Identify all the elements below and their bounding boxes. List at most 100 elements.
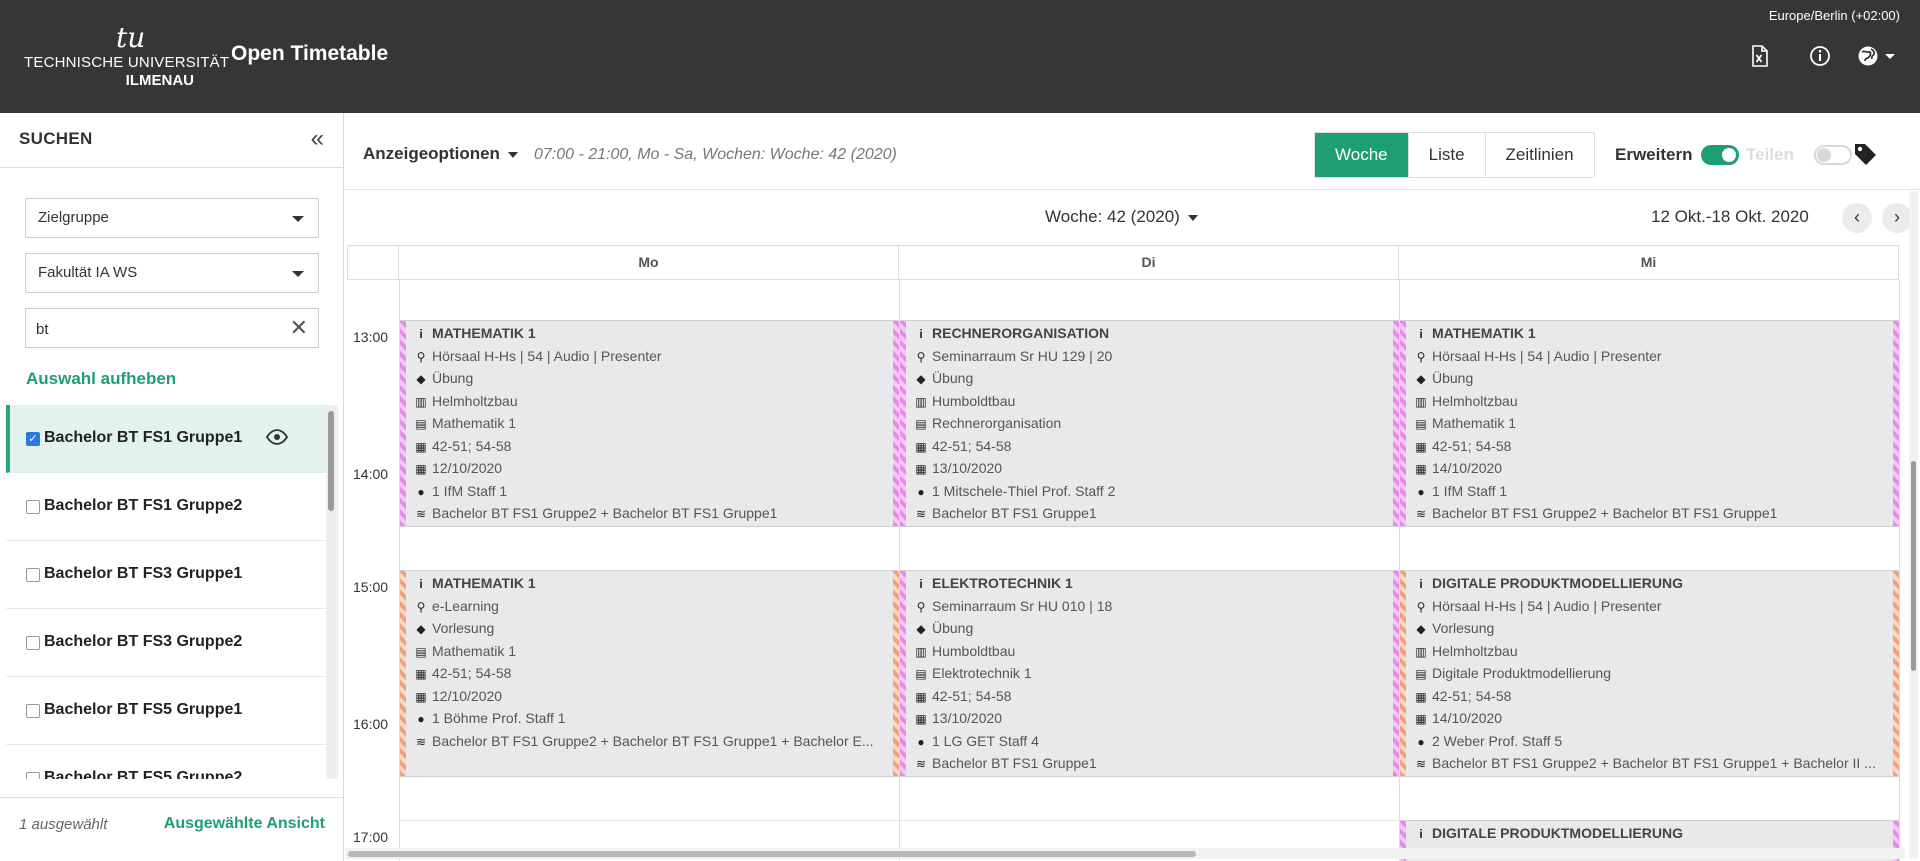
excel-export-icon[interactable] bbox=[1747, 44, 1771, 68]
expand-toggle[interactable] bbox=[1701, 145, 1739, 165]
display-options-label: Anzeigeoptionen bbox=[363, 144, 500, 163]
previous-week-button[interactable]: ‹ bbox=[1842, 203, 1872, 233]
globe-language-icon bbox=[1858, 46, 1895, 66]
event-detail: ≋ Bachelor BT FS1 Gruppe2 + Bachelor BT F… bbox=[1413, 505, 1889, 525]
search-input[interactable] bbox=[36, 317, 276, 341]
event-detail-icon: ▦ bbox=[415, 667, 427, 681]
event-detail: ● 1 LG GET Staff 4 bbox=[913, 733, 1389, 753]
group-list-item[interactable]: Bachelor BT FS3 Gruppe1 bbox=[6, 541, 326, 609]
calendar-event[interactable]: i MATHEMATIK 1 ⚲ Hörsaal H-Hs | 54 | Audio … bbox=[400, 320, 899, 527]
group-checkbox[interactable]: ✓ bbox=[26, 432, 40, 446]
group-checkbox[interactable] bbox=[26, 772, 40, 779]
faculty-value: Fakultät IA WS bbox=[38, 264, 138, 281]
event-detail: ▤ Mathematik 1 bbox=[1413, 415, 1889, 435]
time-gutter-header bbox=[347, 245, 399, 280]
event-text: Seminarraum Sr HU 129 | 20 bbox=[932, 347, 1113, 364]
group-checkbox[interactable] bbox=[26, 636, 40, 650]
event-detail-icon: ▤ bbox=[415, 644, 427, 659]
language-menu[interactable] bbox=[1857, 44, 1901, 68]
timezone-label: Europe/Berlin (+02:00) bbox=[1768, 8, 1900, 23]
group-checkbox[interactable] bbox=[26, 704, 40, 718]
horizontal-scrollbar[interactable] bbox=[345, 848, 1905, 859]
event-detail-icon: ≋ bbox=[915, 507, 927, 521]
event-detail-icon: ⚲ bbox=[416, 599, 426, 614]
view-button-woche[interactable]: Woche bbox=[1315, 133, 1408, 177]
group-list-item[interactable]: Bachelor BT FS5 Gruppe2 bbox=[6, 745, 326, 779]
event-detail: ⚲ Seminarraum Sr HU 129 | 20 bbox=[913, 348, 1389, 368]
search-sidebar: SUCHEN « Zielgruppe Fakultät IA WS ✕ Aus… bbox=[0, 113, 344, 861]
group-checkbox[interactable] bbox=[26, 568, 40, 582]
toggle-knob bbox=[1817, 148, 1831, 162]
top-bar: tu TECHNISCHE UNIVERSITÄT ILMENAU Open T… bbox=[0, 0, 1920, 113]
event-text: DIGITALE PRODUKTMODELLIERUNG bbox=[1432, 825, 1683, 841]
event-detail: ▥ Helmholtzbau bbox=[413, 393, 889, 413]
group-list-item[interactable]: Bachelor BT FS1 Gruppe2 bbox=[6, 473, 326, 541]
calendar-event[interactable]: i ELEKTROTECHNIK 1 ⚲ Seminarraum Sr HU 010 … bbox=[900, 570, 1399, 777]
next-week-button[interactable]: › bbox=[1882, 203, 1912, 233]
scrollbar-thumb[interactable] bbox=[328, 411, 334, 511]
event-stripe bbox=[1400, 321, 1406, 526]
event-detail: ▦ 42-51; 54-58 bbox=[913, 438, 1389, 458]
clear-search-icon[interactable]: ✕ bbox=[290, 315, 308, 341]
view-switcher: Woche Liste Zeitlinien bbox=[1314, 132, 1595, 178]
tag-icon[interactable] bbox=[1852, 141, 1878, 167]
event-text: RECHNERORGANISATION bbox=[932, 325, 1110, 341]
display-options-dropdown[interactable]: Anzeigeoptionen bbox=[363, 144, 518, 164]
event-detail-icon: ◆ bbox=[916, 622, 926, 636]
university-logo[interactable]: tu TECHNISCHE UNIVERSITÄT ILMENAU bbox=[24, 24, 229, 90]
event-stripe bbox=[1893, 571, 1899, 776]
column-divider bbox=[1899, 280, 1900, 861]
selected-view-button[interactable]: Ausgewählte Ansicht bbox=[164, 815, 325, 833]
event-text: Mathematik 1 bbox=[432, 642, 517, 659]
event-text: Helmholtzbau bbox=[1432, 392, 1518, 409]
caret-down-icon bbox=[507, 151, 518, 158]
eye-icon[interactable] bbox=[265, 429, 289, 445]
event-text: 12/10/2020 bbox=[432, 460, 503, 476]
target-group-value: Zielgruppe bbox=[38, 209, 109, 226]
info-icon[interactable] bbox=[1808, 44, 1832, 68]
calendar-event[interactable]: i RECHNERORGANISATION ⚲ Seminarraum Sr HU 1… bbox=[900, 320, 1399, 527]
faculty-select[interactable]: Fakultät IA WS bbox=[25, 253, 319, 293]
event-text: 13/10/2020 bbox=[932, 710, 1003, 726]
event-text: 42-51; 54-58 bbox=[432, 665, 512, 681]
event-detail-icon: ⚲ bbox=[1416, 349, 1426, 364]
scrollbar-thumb[interactable] bbox=[1911, 461, 1916, 671]
event-text: MATHEMATIK 1 bbox=[1432, 325, 1536, 341]
target-group-select[interactable]: Zielgruppe bbox=[25, 198, 319, 238]
event-text: Helmholtzbau bbox=[432, 392, 518, 409]
collapse-sidebar-icon[interactable]: « bbox=[311, 127, 324, 151]
calendar-event[interactable]: i MATHEMATIK 1 ⚲ Hörsaal H-Hs | 54 | Audio … bbox=[1400, 320, 1899, 527]
calendar-event[interactable]: i MATHEMATIK 1 ⚲ e-Learning ◆ Vorlesung ▤ Mathe… bbox=[400, 570, 899, 777]
event-detail: ▥ Helmholtzbau bbox=[1413, 393, 1889, 413]
week-selector[interactable]: Woche: 42 (2020) bbox=[1045, 207, 1198, 227]
scrollbar-thumb[interactable] bbox=[348, 851, 1196, 857]
event-text: Mathematik 1 bbox=[1432, 415, 1517, 431]
week-calendar: 13:00 14:00 15:00 16:00 17:00 i MATHEMATIK 1 ⚲ H… bbox=[345, 245, 1905, 861]
view-button-liste[interactable]: Liste bbox=[1407, 133, 1485, 177]
clear-selection-link[interactable]: Auswahl aufheben bbox=[26, 369, 176, 389]
event-title: i MATHEMATIK 1 bbox=[1413, 325, 1889, 345]
group-checkbox[interactable] bbox=[26, 500, 40, 514]
event-text: ELEKTROTECHNIK 1 bbox=[932, 575, 1073, 591]
event-stripe bbox=[1393, 321, 1399, 526]
calendar-vertical-scrollbar[interactable] bbox=[1909, 191, 1918, 859]
event-detail: ● 1 Böhme Prof. Staff 1 bbox=[413, 710, 889, 730]
share-label: Teilen bbox=[1746, 145, 1794, 164]
event-detail-icon: ◆ bbox=[1416, 372, 1426, 386]
event-text: 42-51; 54-58 bbox=[432, 437, 512, 454]
sidebar-footer: 1 ausgewählt Ausgewählte Ansicht bbox=[0, 797, 344, 861]
info-circle-icon: i bbox=[1419, 577, 1423, 591]
group-list-item[interactable]: Bachelor BT FS3 Gruppe2 bbox=[6, 609, 326, 677]
view-button-zeitlinien[interactable]: Zeitlinien bbox=[1484, 133, 1594, 177]
share-toggle[interactable] bbox=[1814, 145, 1852, 165]
event-detail-icon: ▦ bbox=[1415, 689, 1427, 704]
caret-down-icon bbox=[1187, 214, 1198, 221]
event-detail-icon: ≋ bbox=[1415, 757, 1427, 771]
event-text: Mathematik 1 bbox=[432, 415, 517, 431]
event-detail: ◆ Übung bbox=[913, 370, 1389, 390]
calendar-event[interactable]: i DIGITALE PRODUKTMODELLIERUNG ⚲ Hörsaal H-… bbox=[1400, 570, 1899, 777]
event-detail-icon: ▦ bbox=[1415, 439, 1427, 454]
group-list-item[interactable]: Bachelor BT FS5 Gruppe1 bbox=[6, 677, 326, 745]
group-list-scrollbar[interactable] bbox=[326, 405, 338, 779]
group-list-item[interactable]: ✓ Bachelor BT FS1 Gruppe1 bbox=[6, 405, 326, 473]
